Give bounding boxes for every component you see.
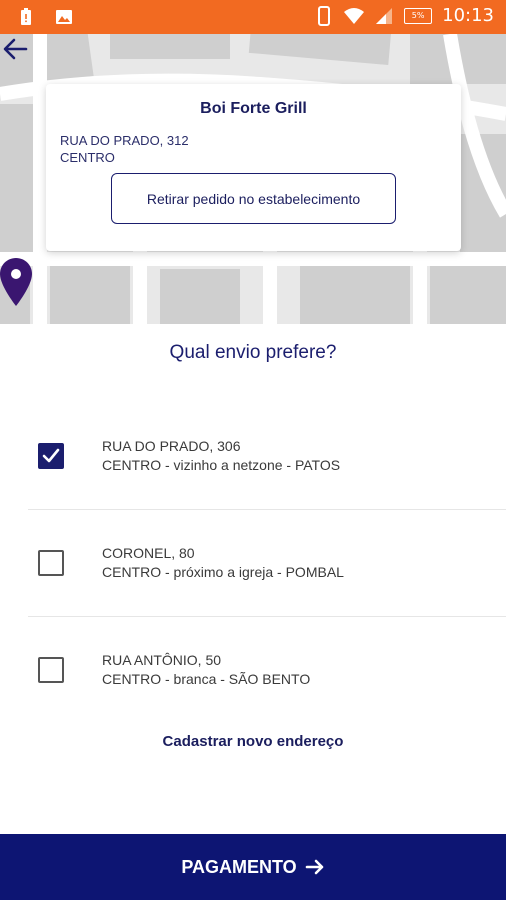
battery-icon: 5% [404,7,433,24]
payment-button[interactable]: PAGAMENTO [0,834,506,900]
address-line2: CENTRO - vizinho a netzone - PATOS [102,457,341,473]
address-line1: RUA ANTÔNIO, 50 [102,652,222,668]
address-text-2: CORONEL, 80 CENTRO - próximo a igreja - … [102,544,344,582]
pickup-at-store-button[interactable]: Retirar pedido no estabelecimento [111,173,396,224]
phone-icon [318,5,331,26]
status-time: 10:13 [442,5,494,26]
address-line2: CENTRO - branca - SÃO BENTO [102,671,311,687]
back-arrow-icon[interactable] [0,34,30,64]
delivery-question: Qual envio prefere? [169,342,337,363]
payment-label: PAGAMENTO [181,856,297,877]
signal-icon [376,7,393,24]
address-checkbox-3[interactable] [38,657,64,683]
address-line1: RUA DO PRADO, 306 [102,438,241,454]
address-option-1[interactable]: RUA DO PRADO, 306 CENTRO - vizinho a net… [28,403,506,510]
address-line1: CORONEL, 80 [102,545,195,561]
store-address-line1: RUA DO PRADO, 312 [60,133,189,148]
battery-alert-icon [21,8,31,25]
store-name: Boi Forte Grill [200,100,307,117]
check-icon [42,448,60,463]
wifi-icon [344,7,365,24]
address-checkbox-1[interactable] [38,443,64,469]
address-option-2[interactable]: CORONEL, 80 CENTRO - próximo a igreja - … [28,510,506,617]
address-text-3: RUA ANTÔNIO, 50 CENTRO - branca - SÃO BE… [102,651,310,689]
arrow-right-icon [305,859,323,875]
store-card: Boi Forte Grill RUA DO PRADO, 312 CENTRO… [46,84,461,251]
address-option-3[interactable]: RUA ANTÔNIO, 50 CENTRO - branca - SÃO BE… [28,617,506,724]
store-address-line2: CENTRO [60,150,115,165]
battery-level-text: 5% [411,11,425,20]
map[interactable]: Boi Forte Grill RUA DO PRADO, 312 CENTRO… [0,34,506,324]
status-bar: 5% 10:13 [0,0,506,34]
address-line2: CENTRO - próximo a igreja - POMBAL [102,564,344,580]
image-icon [56,10,72,24]
address-text-1: RUA DO PRADO, 306 CENTRO - vizinho a net… [102,437,340,475]
add-new-address-link[interactable]: Cadastrar novo endereço [0,733,506,750]
map-pin-icon [0,258,32,306]
store-address: RUA DO PRADO, 312 CENTRO [60,132,189,166]
address-checkbox-2[interactable] [38,550,64,576]
